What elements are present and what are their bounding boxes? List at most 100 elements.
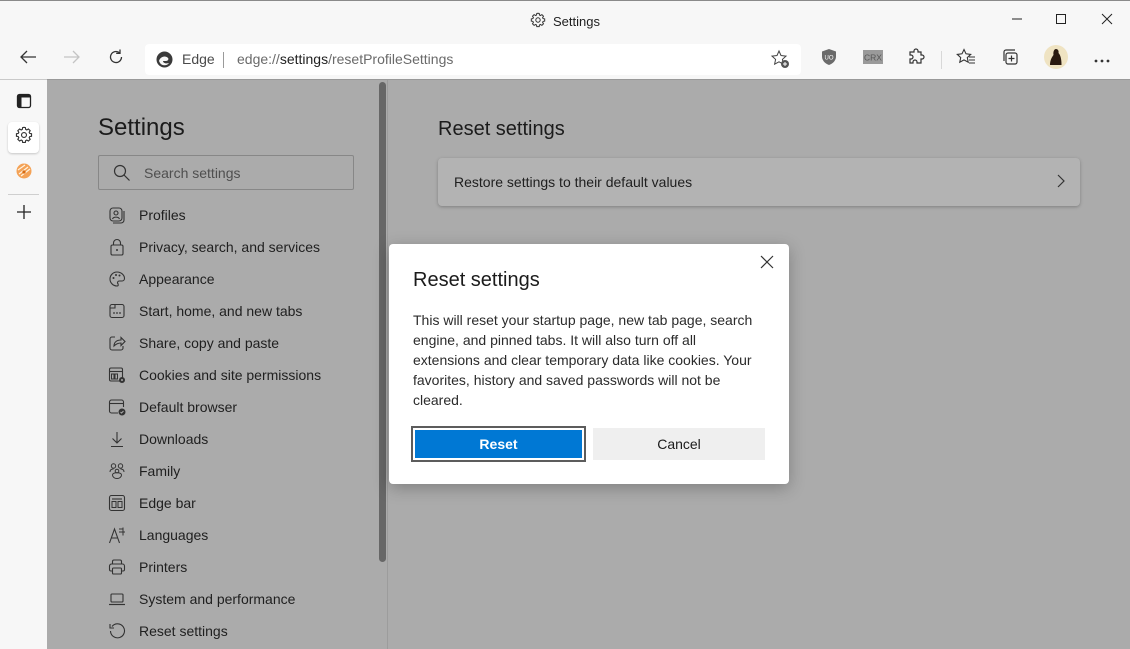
search-placeholder: Search settings <box>144 165 241 181</box>
svg-text:CRX: CRX <box>864 52 882 62</box>
nav-item-label: Start, home, and new tabs <box>139 303 303 319</box>
ublock-icon: UO <box>820 48 838 71</box>
arrow-left-icon <box>19 49 37 70</box>
nav-item-system[interactable]: System and performance <box>107 583 347 615</box>
tab-actions-button[interactable] <box>8 88 39 119</box>
reset-settings-dialog: Reset settings This will reset your star… <box>389 244 789 484</box>
dialog-body: This will reset your startup page, new t… <box>413 312 753 408</box>
printer-icon <box>107 557 127 577</box>
nav-item-reset-settings[interactable]: Reset settings <box>107 615 347 647</box>
cookies-permissions-icon <box>107 365 127 385</box>
crx-icon: CRX <box>863 49 883 69</box>
nav-item-label: Family <box>139 463 181 479</box>
nav-item-languages[interactable]: Languages <box>107 519 347 551</box>
nav-scrollbar[interactable] <box>378 80 387 649</box>
nav-item-label: Profiles <box>139 207 186 223</box>
cancel-button[interactable]: Cancel <box>593 428 765 460</box>
close-window-button[interactable] <box>1092 7 1122 35</box>
toolbar-divider <box>941 51 942 69</box>
nav-item-downloads[interactable]: Downloads <box>107 423 347 455</box>
languages-icon <box>107 525 127 545</box>
share-icon <box>107 333 127 353</box>
search-settings-input[interactable]: Search settings <box>98 155 354 190</box>
vertical-tab-strip <box>0 79 47 649</box>
content-title: Reset settings <box>438 118 565 140</box>
nav-item-label: Printers <box>139 559 188 575</box>
start-home-icon <box>107 301 127 321</box>
nav-item-share[interactable]: Share, copy and paste <box>107 327 347 359</box>
ublock-extension-button[interactable]: UO <box>814 45 844 73</box>
avatar <box>1044 44 1068 74</box>
tab-actions-icon <box>16 93 32 114</box>
nav-item-printers[interactable]: Printers <box>107 551 347 583</box>
restore-defaults-label: Restore settings to their default values <box>454 174 693 190</box>
more-options-button[interactable] <box>1087 45 1117 73</box>
nav-item-privacy[interactable]: Privacy, search, and services <box>107 231 347 263</box>
nav-item-label: Appearance <box>139 271 215 287</box>
forward-button[interactable] <box>57 45 87 73</box>
new-tab-button[interactable] <box>8 199 39 230</box>
nav-item-default-browser[interactable]: Default browser <box>107 391 347 423</box>
nav-item-label: Default browser <box>139 399 238 415</box>
lock-icon <box>107 237 127 257</box>
vertical-tab-divider <box>8 194 39 195</box>
edge-logo-icon <box>156 51 173 73</box>
vertical-tab-site[interactable] <box>8 158 39 189</box>
address-separator <box>223 52 224 68</box>
settings-gear-icon <box>15 126 33 149</box>
title-bar: Settings <box>0 0 1130 40</box>
reset-button[interactable]: Reset <box>411 426 586 462</box>
scrollbar-thumb[interactable] <box>379 82 386 562</box>
collections-button[interactable] <box>995 45 1025 73</box>
chevron-right-icon <box>1056 173 1066 194</box>
nav-item-family[interactable]: Family <box>107 455 347 487</box>
dialog-title: Reset settings <box>413 269 540 291</box>
svg-text:UO: UO <box>825 55 834 61</box>
arrow-right-icon <box>63 49 81 70</box>
refresh-button[interactable] <box>101 45 131 73</box>
nav-item-label: System and performance <box>139 591 296 607</box>
minimize-button[interactable] <box>1002 7 1032 35</box>
family-icon <box>107 461 127 481</box>
settings-nav-pane: Settings Search settings Profiles Privac… <box>47 80 386 649</box>
reset-icon <box>107 621 127 641</box>
nav-item-label: Cookies and site permissions <box>139 367 322 383</box>
favorites-star-list-icon <box>956 47 976 71</box>
browser-toolbar: Edge edge://settings/resetProfileSetting… <box>0 40 1130 79</box>
window-title: Settings <box>530 11 600 31</box>
favorites-button[interactable] <box>951 45 981 73</box>
address-bar[interactable]: Edge edge://settings/resetProfileSetting… <box>145 44 801 75</box>
profile-button[interactable] <box>1041 44 1071 74</box>
ellipsis-icon <box>1094 50 1110 68</box>
nav-item-label: Reset settings <box>139 623 228 639</box>
url-scheme: edge:// <box>237 51 280 67</box>
laptop-icon <box>107 589 127 609</box>
dialog-close-button[interactable] <box>757 254 777 274</box>
nav-item-start-home[interactable]: Start, home, and new tabs <box>107 295 347 327</box>
default-browser-icon <box>107 397 127 417</box>
site-identity-label: Edge <box>182 51 215 67</box>
palette-icon <box>107 269 127 289</box>
maximize-button[interactable] <box>1046 7 1076 35</box>
crx-extension-button[interactable]: CRX <box>858 45 888 73</box>
extensions-button[interactable] <box>902 45 932 73</box>
close-icon <box>1101 12 1113 30</box>
maximize-icon <box>1055 12 1067 30</box>
profiles-icon <box>107 205 127 225</box>
nav-item-profiles[interactable]: Profiles <box>107 199 347 231</box>
nav-item-label: Edge bar <box>139 495 196 511</box>
vertical-tab-settings[interactable] <box>8 122 39 153</box>
url-host: settings <box>279 51 329 67</box>
add-favorite-icon[interactable] <box>770 49 790 74</box>
nav-item-cookies[interactable]: Cookies and site permissions <box>107 359 347 391</box>
nav-item-edge-bar[interactable]: Edge bar <box>107 487 347 519</box>
nav-item-appearance[interactable]: Appearance <box>107 263 347 295</box>
settings-nav-list: Profiles Privacy, search, and services A… <box>107 199 347 647</box>
nav-item-label: Downloads <box>139 431 209 447</box>
restore-defaults-row[interactable]: Restore settings to their default values <box>438 158 1080 206</box>
url-text[interactable]: edge://settings/resetProfileSettings <box>237 51 453 67</box>
puzzle-icon <box>908 47 926 71</box>
orange-site-favicon <box>16 163 32 184</box>
download-icon <box>107 429 127 449</box>
back-button[interactable] <box>13 45 43 73</box>
